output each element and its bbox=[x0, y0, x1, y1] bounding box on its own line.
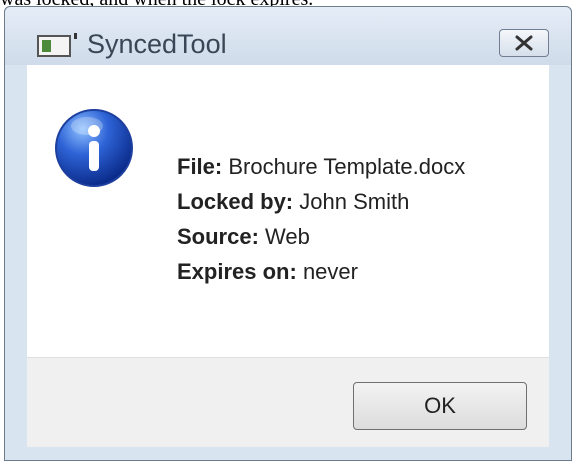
file-row: File: Brochure Template.docx bbox=[177, 149, 465, 184]
source-value: Web bbox=[265, 224, 310, 249]
ok-button[interactable]: OK bbox=[353, 382, 527, 430]
dialog-window: SyncedTool File: Brochure Template.docx … bbox=[4, 6, 572, 461]
expires-label: Expires on: bbox=[177, 259, 297, 284]
dialog-content: File: Brochure Template.docx Locked by: … bbox=[27, 65, 549, 357]
info-icon bbox=[55, 109, 133, 187]
file-label: File: bbox=[177, 154, 223, 179]
app-window-icon bbox=[37, 33, 77, 57]
expires-row: Expires on: never bbox=[177, 254, 465, 289]
source-label: Source: bbox=[177, 224, 259, 249]
expires-value: never bbox=[302, 259, 358, 284]
close-icon bbox=[515, 35, 533, 51]
source-row: Source: Web bbox=[177, 219, 465, 254]
dialog-footer: OK bbox=[27, 357, 549, 447]
lock-details: File: Brochure Template.docx Locked by: … bbox=[177, 149, 465, 289]
close-button[interactable] bbox=[499, 29, 549, 57]
title-bar[interactable]: SyncedTool bbox=[5, 7, 571, 65]
file-value: Brochure Template.docx bbox=[228, 154, 466, 179]
locked-by-value: John Smith bbox=[299, 189, 410, 214]
locked-by-row: Locked by: John Smith bbox=[177, 184, 465, 219]
window-title: SyncedTool bbox=[87, 29, 227, 59]
locked-by-label: Locked by: bbox=[177, 189, 294, 214]
